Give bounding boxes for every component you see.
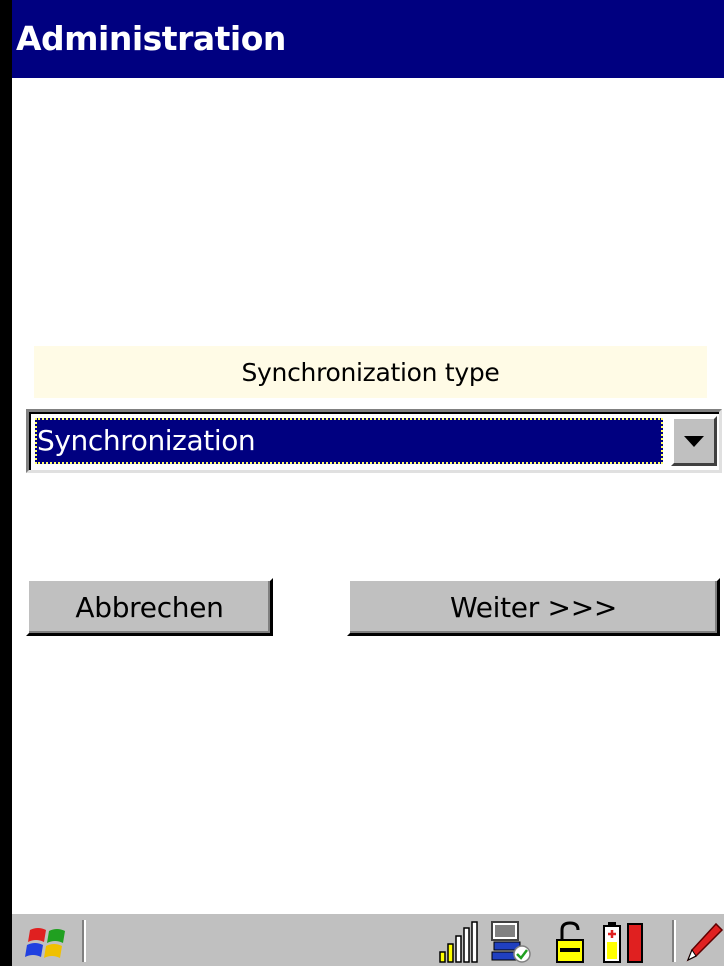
combobox-dropdown-button[interactable] [671, 416, 717, 466]
device-screen: Administration Synchronization type Sync… [0, 0, 724, 966]
taskbar-separator [672, 920, 676, 962]
sync-type-selected-value[interactable]: Synchronization [35, 418, 663, 464]
combobox-frame: Synchronization [29, 412, 719, 470]
next-button[interactable]: Weiter >>> [347, 578, 720, 636]
taskbar [12, 912, 724, 966]
sync-type-combobox[interactable]: Synchronization [26, 409, 722, 473]
lock-icon[interactable] [552, 920, 588, 964]
window-title: Administration [16, 18, 286, 58]
signal-strength-icon[interactable] [438, 920, 478, 964]
taskbar-separator [82, 920, 86, 962]
cancel-button[interactable]: Abbrechen [26, 578, 273, 636]
windows-start-icon[interactable] [20, 920, 76, 964]
pen-input-icon[interactable] [682, 920, 724, 964]
battery-icon[interactable] [602, 920, 648, 964]
sync-type-label: Synchronization type [34, 346, 707, 398]
network-sync-icon[interactable] [488, 920, 532, 964]
taskbar-area [12, 828, 724, 966]
content-area: Synchronization type Synchronization Abb… [12, 78, 724, 828]
title-bar: Administration [12, 0, 724, 78]
chevron-down-icon [684, 435, 704, 447]
